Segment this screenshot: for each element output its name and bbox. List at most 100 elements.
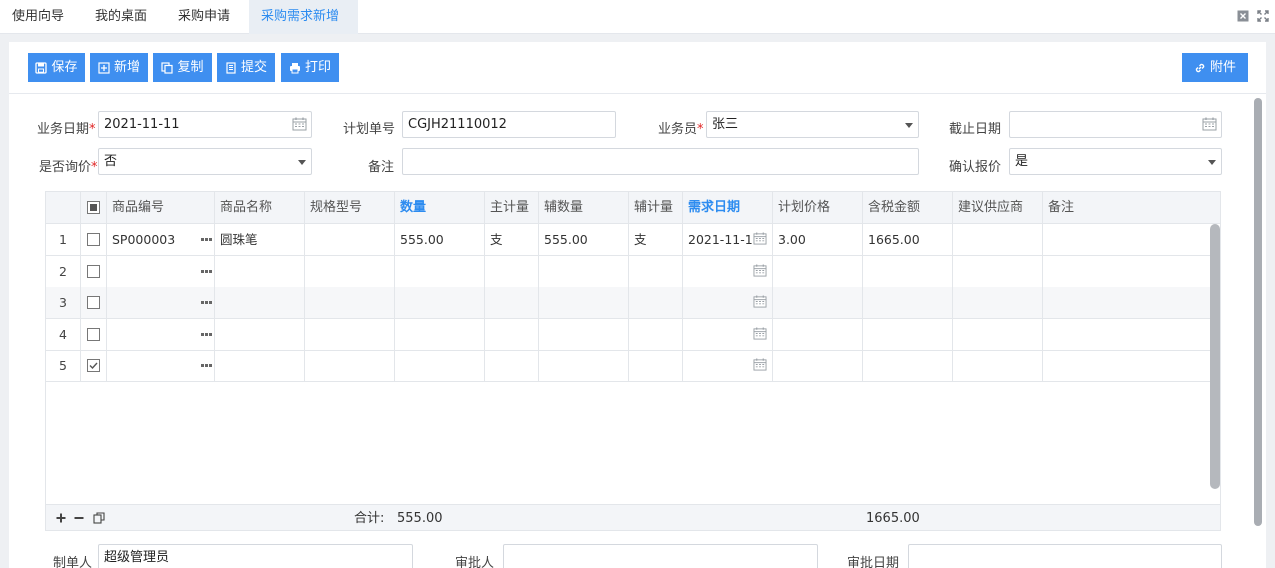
- cell-name[interactable]: [214, 287, 304, 318]
- cell-price[interactable]: [772, 255, 862, 287]
- cell-price[interactable]: 3.00: [772, 224, 862, 255]
- table-row[interactable]: 2: [46, 255, 1210, 288]
- row-checkbox[interactable]: [87, 327, 100, 341]
- row-checkbox[interactable]: [87, 359, 100, 372]
- fullscreen-icon[interactable]: [1257, 10, 1269, 22]
- add-button[interactable]: 新增: [90, 53, 148, 82]
- cell-code[interactable]: [106, 287, 214, 318]
- cell-spec[interactable]: [304, 255, 394, 287]
- cell-spec[interactable]: [304, 318, 394, 350]
- cell-qty[interactable]: [394, 318, 484, 350]
- tab-guide[interactable]: 使用向导: [0, 0, 76, 34]
- table-row[interactable]: 5: [46, 350, 1210, 382]
- calendar-icon[interactable]: [753, 232, 767, 245]
- cell-supplier[interactable]: [952, 318, 1042, 350]
- calendar-icon[interactable]: [753, 326, 767, 340]
- table-row[interactable]: 1 SP000003 圆珠笔 555.00 支 555.00 支 2021-11-11 3.00…: [46, 224, 1210, 256]
- cell-aux-unit[interactable]: [628, 255, 682, 287]
- more-icon[interactable]: [201, 238, 212, 241]
- header-code[interactable]: 商品编号: [106, 192, 214, 224]
- cell-unit[interactable]: 支: [484, 224, 538, 255]
- confirm-quote-select[interactable]: 是: [1009, 148, 1222, 175]
- select-all-checkbox[interactable]: [87, 201, 100, 214]
- cell-note[interactable]: [1042, 224, 1210, 255]
- calendar-icon[interactable]: [753, 358, 767, 371]
- header-spec[interactable]: 规格型号: [304, 192, 394, 224]
- cell-aux-unit[interactable]: 支: [628, 224, 682, 255]
- cell-qty[interactable]: [394, 255, 484, 287]
- cell-note[interactable]: [1042, 255, 1210, 287]
- cell-unit[interactable]: [484, 287, 538, 318]
- cell-supplier[interactable]: [952, 255, 1042, 287]
- cell-code[interactable]: [106, 350, 214, 381]
- tab-purchase-request[interactable]: 采购申请: [166, 0, 242, 34]
- cell-name[interactable]: [214, 318, 304, 350]
- cell-spec[interactable]: [304, 224, 394, 255]
- business-date-field[interactable]: 2021-11-11: [98, 111, 312, 138]
- row-checkbox[interactable]: [87, 296, 100, 309]
- save-button[interactable]: 保存: [28, 53, 85, 82]
- cell-name[interactable]: 圆珠笔: [214, 224, 304, 255]
- grid-scrollbar[interactable]: [1210, 224, 1220, 489]
- remove-row-icon[interactable]: [73, 512, 85, 524]
- cell-amount[interactable]: 1665.00: [862, 224, 952, 255]
- header-unit[interactable]: 主计量: [484, 192, 538, 224]
- cell-aux-qty[interactable]: 555.00: [538, 224, 628, 255]
- cell-unit[interactable]: [484, 350, 538, 381]
- plan-no-field[interactable]: CGJH21110012: [402, 111, 616, 138]
- copy-button[interactable]: 复制: [153, 53, 212, 82]
- cell-code[interactable]: [106, 318, 214, 350]
- approver-field[interactable]: [503, 544, 818, 568]
- submit-button[interactable]: 提交: [217, 53, 275, 82]
- cell-date[interactable]: [682, 287, 772, 318]
- cell-code[interactable]: [106, 255, 214, 287]
- header-aux-qty[interactable]: 辅数量: [538, 192, 628, 224]
- close-tab-icon[interactable]: [1237, 10, 1249, 22]
- cell-supplier[interactable]: [952, 224, 1042, 255]
- header-price[interactable]: 计划价格: [772, 192, 862, 224]
- header-qty[interactable]: 数量: [394, 192, 484, 224]
- header-date[interactable]: 需求日期: [682, 192, 772, 224]
- header-note[interactable]: 备注: [1042, 192, 1210, 224]
- cell-price[interactable]: [772, 287, 862, 318]
- calendar-icon[interactable]: [1202, 117, 1217, 131]
- tab-purchase-demand-new[interactable]: 采购需求新增: [249, 0, 358, 34]
- cell-unit[interactable]: [484, 318, 538, 350]
- cell-note[interactable]: [1042, 287, 1210, 318]
- cell-date[interactable]: [682, 350, 772, 381]
- deadline-field[interactable]: [1009, 111, 1222, 138]
- copy-row-icon[interactable]: [93, 512, 105, 524]
- calendar-icon[interactable]: [753, 263, 767, 277]
- table-row[interactable]: 4: [46, 318, 1210, 351]
- cell-qty[interactable]: [394, 287, 484, 318]
- header-name[interactable]: 商品名称: [214, 192, 304, 224]
- cell-amount[interactable]: [862, 318, 952, 350]
- remark-input[interactable]: [402, 148, 919, 175]
- cell-note[interactable]: [1042, 318, 1210, 350]
- header-supplier[interactable]: 建议供应商: [952, 192, 1042, 224]
- salesman-select[interactable]: 张三: [706, 111, 919, 138]
- cell-aux-unit[interactable]: [628, 318, 682, 350]
- cell-amount[interactable]: [862, 287, 952, 318]
- cell-aux-qty[interactable]: [538, 287, 628, 318]
- cell-date[interactable]: [682, 255, 772, 287]
- tab-desktop[interactable]: 我的桌面: [83, 0, 159, 34]
- row-checkbox[interactable]: [87, 264, 100, 278]
- cell-code[interactable]: SP000003: [106, 224, 214, 255]
- cell-price[interactable]: [772, 350, 862, 381]
- cell-name[interactable]: [214, 350, 304, 381]
- calendar-icon[interactable]: [753, 295, 767, 308]
- cell-aux-unit[interactable]: [628, 350, 682, 381]
- cell-spec[interactable]: [304, 287, 394, 318]
- cell-unit[interactable]: [484, 255, 538, 287]
- cell-qty[interactable]: [394, 350, 484, 381]
- print-button[interactable]: 打印: [281, 53, 339, 82]
- approve-date-field[interactable]: [908, 544, 1222, 568]
- cell-price[interactable]: [772, 318, 862, 350]
- cell-amount[interactable]: [862, 255, 952, 287]
- header-aux-unit[interactable]: 辅计量: [628, 192, 682, 224]
- more-icon[interactable]: [201, 269, 212, 273]
- cell-aux-qty[interactable]: [538, 350, 628, 381]
- cell-date[interactable]: 2021-11-11: [682, 224, 772, 255]
- more-icon[interactable]: [201, 301, 212, 304]
